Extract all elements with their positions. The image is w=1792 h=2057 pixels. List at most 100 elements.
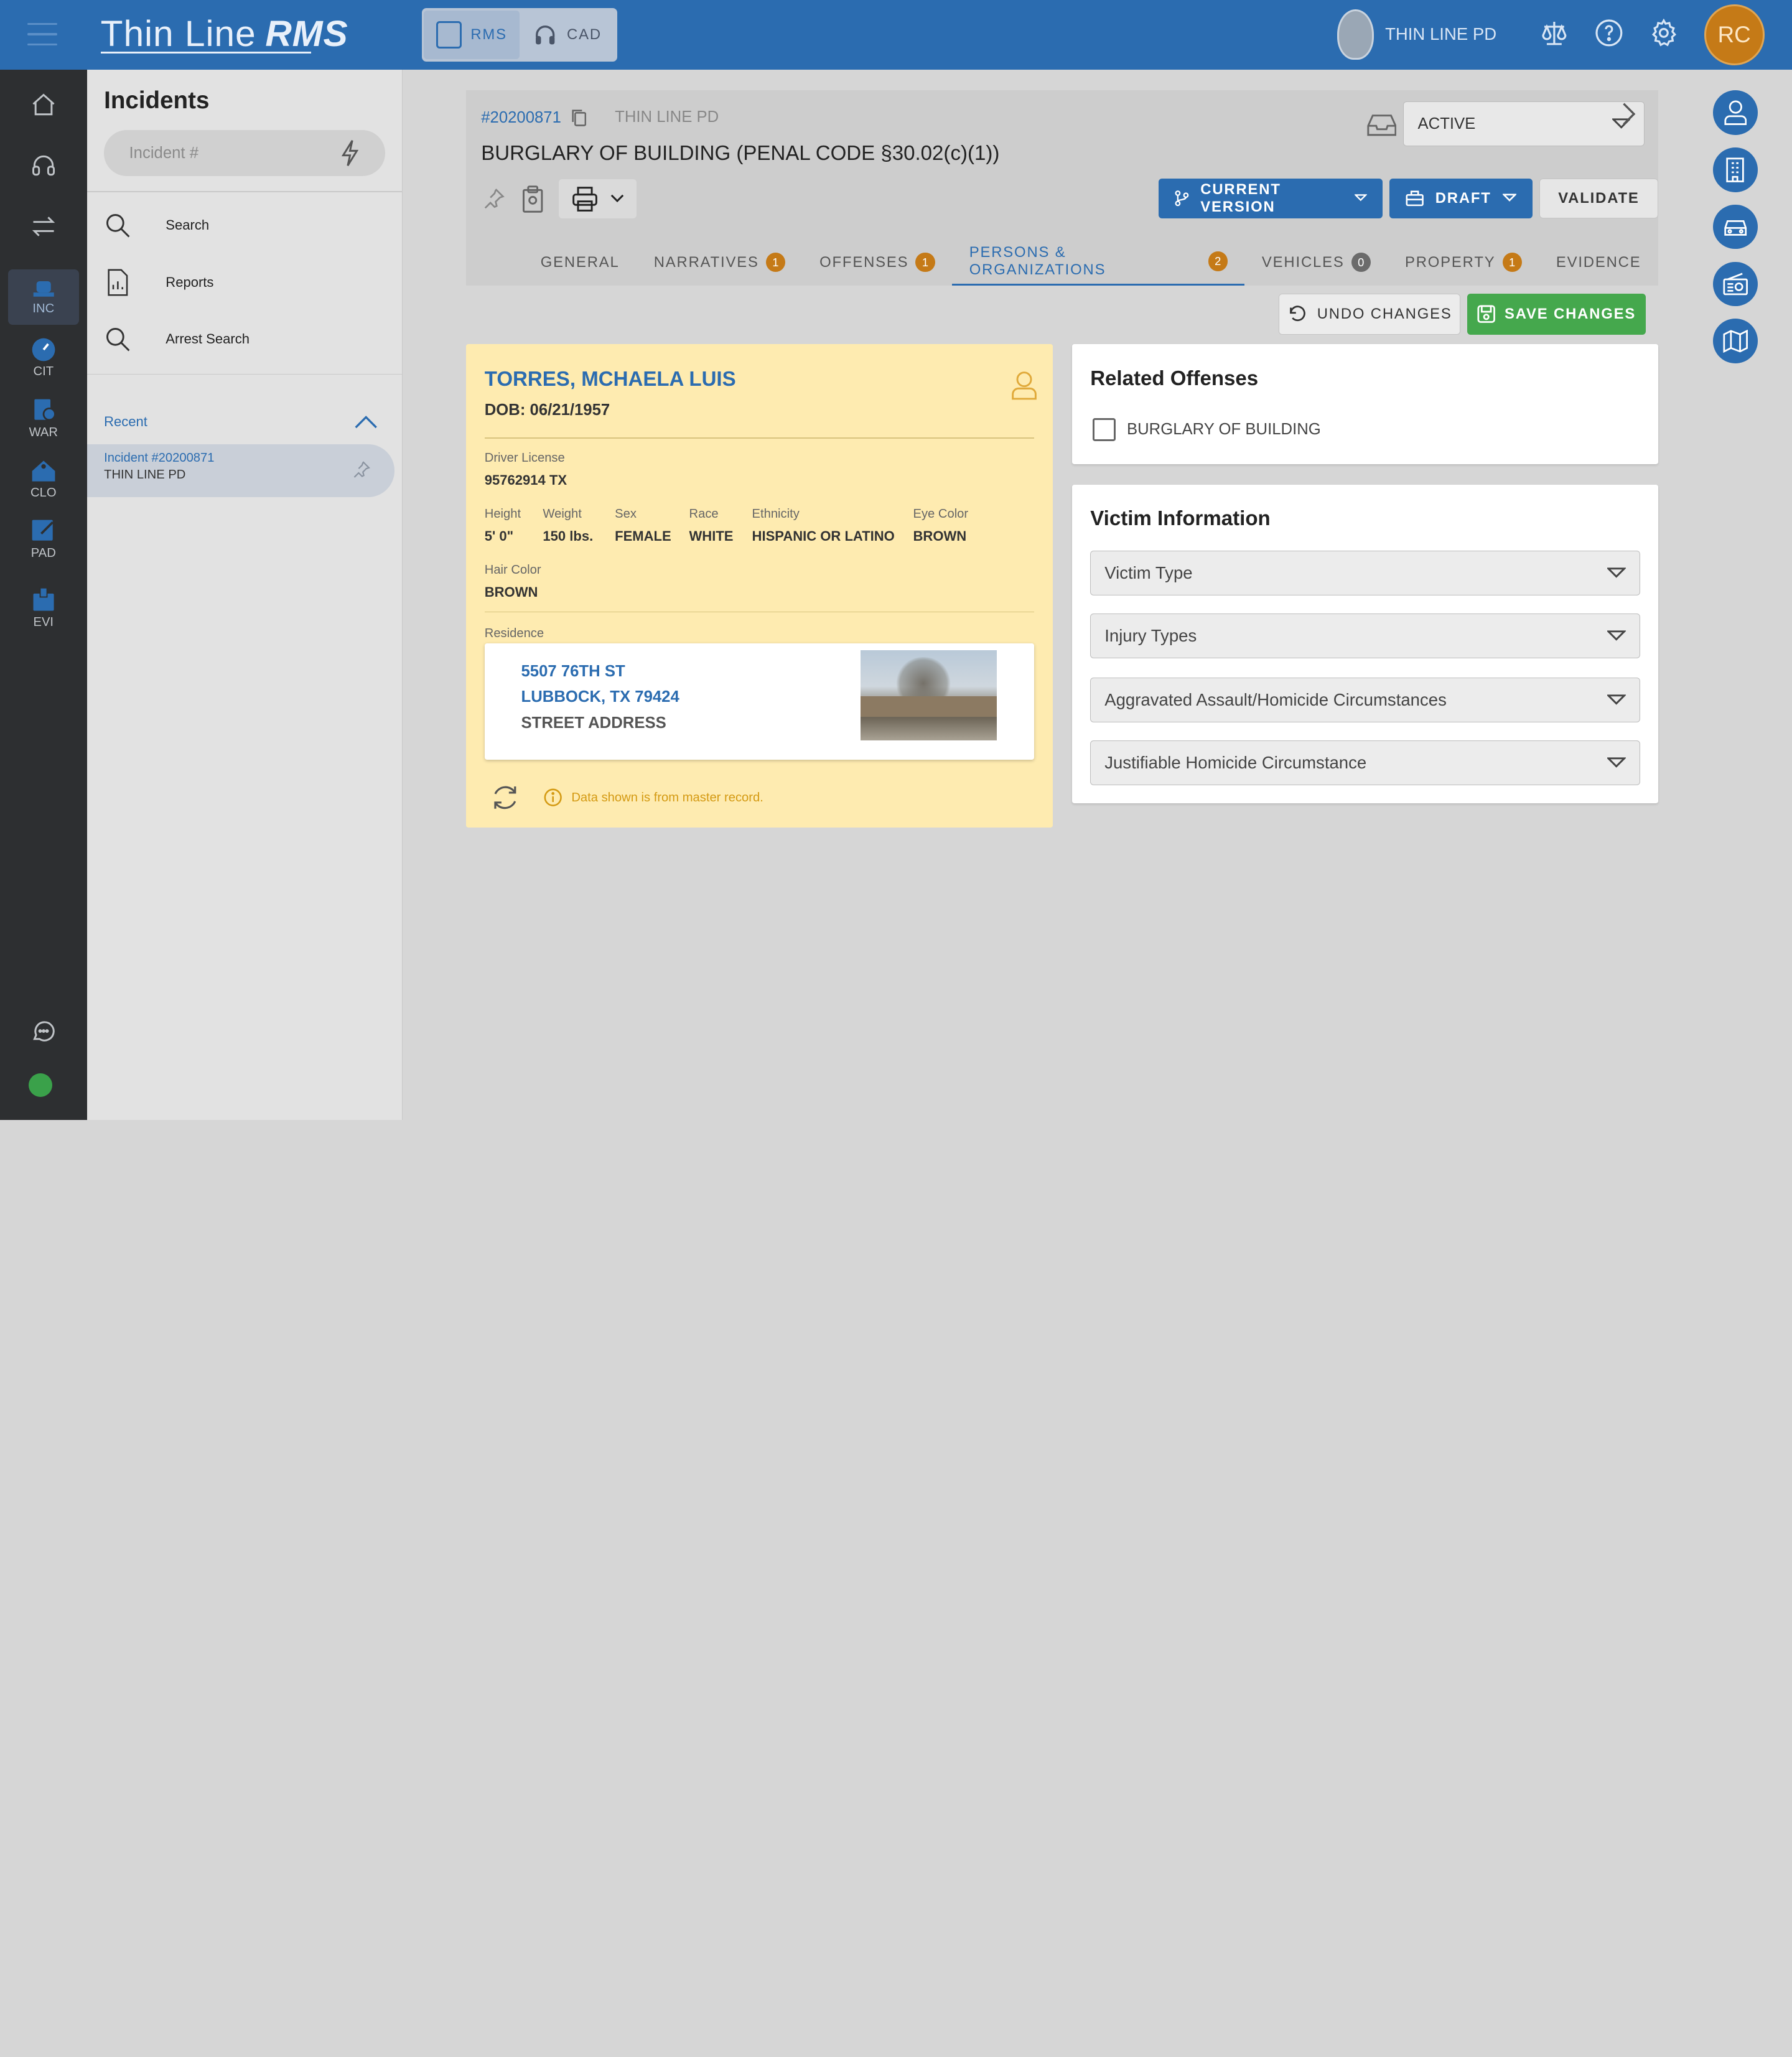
count-badge: 0: [1351, 252, 1371, 273]
incident-header: #20200871 THIN LINE PD BURGLARY OF BUILD…: [466, 90, 1659, 286]
draft-button[interactable]: DRAFT: [1389, 178, 1533, 218]
help-icon[interactable]: [1594, 18, 1624, 48]
add-organization-button[interactable]: [1713, 147, 1758, 192]
injury-types-select[interactable]: Injury Types: [1090, 613, 1640, 658]
justifiable-homicide-select[interactable]: Justifiable Homicide Circumstance: [1090, 740, 1640, 785]
select-placeholder: Justifiable Homicide Circumstance: [1104, 752, 1367, 772]
nav-war-label: WAR: [29, 425, 58, 439]
chevron-up-icon[interactable]: [353, 414, 378, 430]
person-name[interactable]: TORRES, MCHAELA LUIS: [485, 368, 736, 391]
tab-vehicles[interactable]: VEHICLES 0: [1244, 239, 1388, 286]
print-menu-button[interactable]: [559, 179, 637, 218]
tab-offenses[interactable]: OFFENSES 1: [803, 239, 953, 286]
tab-label: OFFENSES: [819, 253, 909, 271]
nav-war[interactable]: WAR: [8, 391, 79, 445]
nav-evi-label: EVI: [33, 615, 54, 629]
add-vehicle-button[interactable]: [1713, 204, 1758, 250]
org-name: THIN LINE PD: [1385, 24, 1497, 44]
rms-module-button[interactable]: RMS: [424, 10, 520, 60]
nav-inc[interactable]: INC: [7, 269, 79, 325]
pin-icon[interactable]: [481, 186, 506, 211]
notepad-icon: [32, 520, 54, 541]
copy-icon[interactable]: [571, 108, 587, 127]
printer-icon: [572, 186, 598, 212]
person-icon: [1724, 100, 1747, 125]
nav-home[interactable]: [8, 78, 79, 133]
briefcase-icon: [1406, 190, 1424, 206]
headset-icon: [32, 156, 55, 176]
tab-label: GENERAL: [540, 253, 620, 271]
pin-icon[interactable]: [351, 459, 371, 480]
menu-icon[interactable]: [27, 22, 57, 46]
rms-module-icon: [436, 21, 462, 49]
incident-status-select[interactable]: ACTIVE: [1403, 101, 1645, 147]
nav-chat[interactable]: [8, 1004, 79, 1058]
sidebar-item-arrest-search[interactable]: Arrest Search: [104, 325, 250, 353]
sidebar-item-label: Search: [166, 217, 210, 233]
sidebar-item-reports[interactable]: Reports: [104, 269, 213, 296]
tab-general[interactable]: GENERAL: [523, 239, 637, 286]
current-version-button[interactable]: CURRENT VERSION: [1159, 178, 1383, 218]
headset-icon: [536, 25, 555, 45]
evidence-box-icon: [33, 587, 54, 611]
residence-address-card[interactable]: 5507 76TH ST LUBBOCK, TX 79424 STREET AD…: [484, 643, 1035, 760]
rms-module-label: RMS: [470, 26, 507, 43]
nav-pad[interactable]: PAD: [8, 512, 79, 567]
aggravated-assault-select[interactable]: Aggravated Assault/Homicide Circumstance…: [1090, 678, 1640, 722]
undo-changes-button[interactable]: UNDO CHANGES: [1279, 294, 1461, 335]
victim-type-select[interactable]: Victim Type: [1090, 551, 1640, 595]
tab-evidence[interactable]: EVIDENCE: [1539, 239, 1658, 286]
map-button[interactable]: [1713, 319, 1758, 364]
nav-evi[interactable]: EVI: [8, 581, 79, 635]
recent-incident-item[interactable]: Incident #20200871 THIN LINE PD: [86, 444, 394, 497]
map-icon: [1723, 329, 1748, 353]
clipboard-icon[interactable]: [520, 185, 545, 213]
nav-cit[interactable]: CIT: [8, 330, 79, 385]
incident-number-search[interactable]: Incident #: [104, 130, 385, 176]
settings-icon[interactable]: [1649, 18, 1679, 48]
cad-module-label: CAD: [567, 26, 602, 43]
branch-icon: [1175, 190, 1189, 207]
scales-icon[interactable]: [1539, 18, 1569, 48]
height-value: 5' 0": [484, 528, 514, 544]
sidebar-item-search[interactable]: Search: [104, 212, 209, 239]
add-person-button[interactable]: [1713, 90, 1758, 135]
person-card[interactable]: TORRES, MCHAELA LUIS DOB: 06/21/1957 Dri…: [466, 343, 1053, 828]
nav-transfer[interactable]: [8, 199, 79, 254]
offense-checkbox-row[interactable]: BURGLARY OF BUILDING: [1092, 418, 1321, 441]
incident-number[interactable]: #20200871: [481, 109, 561, 127]
lightning-icon[interactable]: [340, 139, 360, 167]
cad-module-button[interactable]: CAD: [520, 11, 615, 60]
inbox-icon[interactable]: [1367, 113, 1397, 136]
offense-checkbox[interactable]: [1092, 418, 1116, 441]
incident-title: BURGLARY OF BUILDING (PENAL CODE §30.02(…: [481, 141, 1000, 165]
ethnicity-value: HISPANIC OR LATINO: [752, 528, 895, 544]
tab-label: PERSONS & ORGANIZATIONS: [969, 244, 1106, 278]
select-placeholder: Aggravated Assault/Homicide Circumstance…: [1104, 689, 1447, 709]
user-avatar[interactable]: RC: [1704, 4, 1765, 65]
recent-section-header[interactable]: Recent: [104, 414, 378, 430]
building-icon: [1726, 157, 1745, 182]
search-icon: [104, 212, 131, 239]
current-version-label: CURRENT VERSION: [1200, 180, 1281, 215]
car-icon: [1724, 220, 1747, 236]
org-switcher[interactable]: THIN LINE PD: [1337, 9, 1496, 60]
tab-narratives[interactable]: NARRATIVES 1: [637, 239, 802, 286]
chevron-right-icon[interactable]: [1620, 101, 1636, 126]
vertical-scrollbar[interactable]: [1783, 70, 1792, 1120]
right-rail: [1713, 90, 1758, 364]
nav-dispatch[interactable]: [8, 138, 79, 193]
count-badge: 1: [915, 252, 935, 273]
refresh-icon[interactable]: [490, 783, 520, 813]
street-view-image[interactable]: [861, 650, 997, 741]
tab-property[interactable]: PROPERTY 1: [1388, 239, 1539, 286]
app-logo[interactable]: Thin Line RMS: [101, 11, 348, 57]
victim-information-panel: Victim Information Victim Type Injury Ty…: [1071, 484, 1659, 804]
divider: [484, 437, 1035, 439]
tab-persons-organizations[interactable]: PERSONS & ORGANIZATIONS 2: [952, 239, 1245, 286]
nav-clo[interactable]: CLO: [8, 451, 79, 506]
add-property-button[interactable]: [1713, 261, 1758, 307]
chat-icon: [32, 1021, 55, 1042]
validate-button[interactable]: VALIDATE: [1539, 178, 1659, 218]
save-changes-button[interactable]: SAVE CHANGES: [1467, 294, 1646, 335]
